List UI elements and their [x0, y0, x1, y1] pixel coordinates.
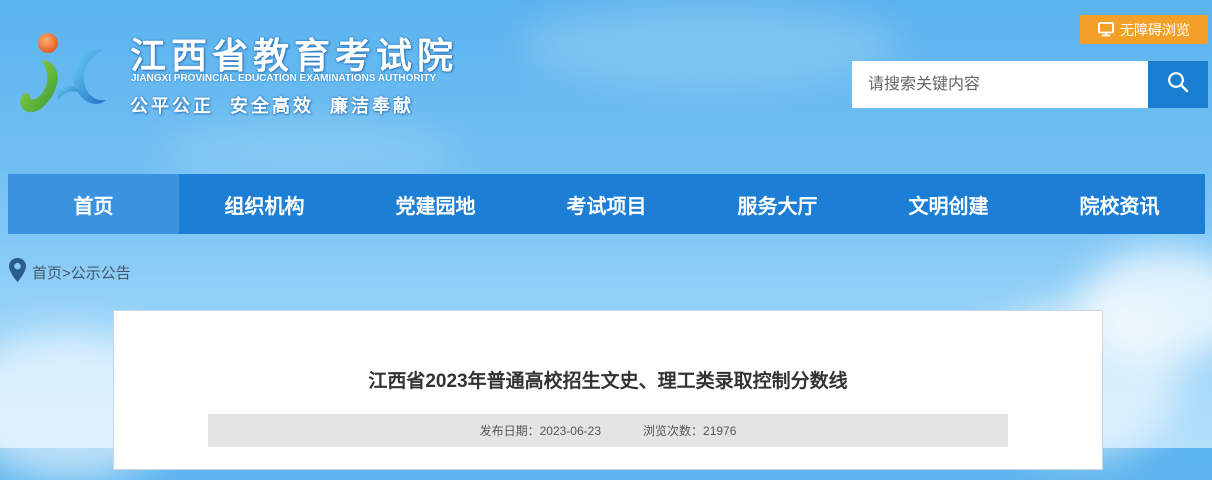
site-title: 江西省教育考试院 — [130, 35, 459, 76]
view-count: 21976 — [703, 423, 737, 438]
breadcrumb: 首页>公示公告 — [9, 258, 131, 286]
search-button[interactable] — [1148, 61, 1208, 108]
nav-item-organization[interactable]: 组织机构 — [179, 174, 350, 234]
article-meta-bar: 发布日期： 2023-06-23 浏览次数： 21976 — [208, 414, 1008, 447]
publish-date: 2023-06-23 — [539, 423, 601, 438]
background-cloud — [160, 120, 460, 180]
breadcrumb-current-link[interactable]: 公示公告 — [71, 265, 131, 282]
background-cloud — [520, 0, 900, 90]
view-count-label: 浏览次数： — [643, 424, 704, 438]
nav-item-exam-programs[interactable]: 考试项目 — [521, 174, 692, 234]
search-input[interactable] — [852, 61, 1148, 108]
nav-item-service-hall[interactable]: 服务大厅 — [692, 174, 863, 234]
site-slogan: 公平公正 安全高效 廉洁奉献 — [130, 96, 415, 116]
nav-item-party-building[interactable]: 党建园地 — [350, 174, 521, 234]
accessibility-label: 无障碍浏览 — [1120, 21, 1190, 38]
nav-item-college-news[interactable]: 院校资讯 — [1034, 174, 1205, 234]
article-title: 江西省2023年普通高校招生文史、理工类录取控制分数线 — [368, 371, 848, 392]
site-subtitle: JIANGXI PROVINCIAL EDUCATION EXAMINATION… — [131, 73, 437, 84]
nav-item-civilization[interactable]: 文明创建 — [863, 174, 1034, 234]
article-panel: 江西省2023年普通高校招生文史、理工类录取控制分数线 发布日期： 2023-0… — [113, 310, 1103, 470]
breadcrumb-home-link[interactable]: 首页 — [32, 265, 62, 282]
location-pin-icon — [9, 258, 26, 286]
publish-date-label: 发布日期： — [479, 424, 540, 438]
jx-logo-icon[interactable] — [12, 30, 112, 120]
accessibility-button[interactable]: 无障碍浏览 — [1080, 15, 1208, 44]
nav-item-home[interactable]: 首页 — [8, 174, 179, 234]
monitor-icon — [1098, 22, 1114, 37]
main-nav: 首页 组织机构 党建园地 考试项目 服务大厅 文明创建 院校资讯 — [8, 174, 1205, 234]
search-icon — [1167, 71, 1189, 98]
breadcrumb-separator: > — [62, 264, 71, 282]
